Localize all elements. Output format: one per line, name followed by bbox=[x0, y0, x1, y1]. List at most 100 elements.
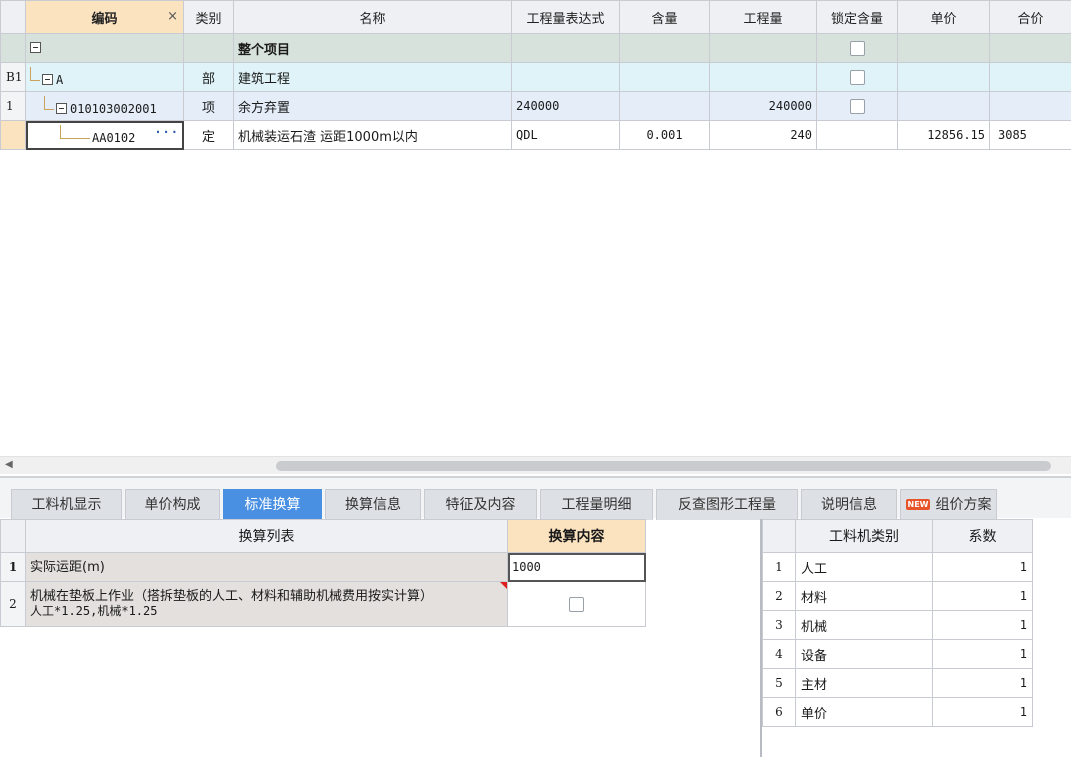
expression-cell[interactable] bbox=[511, 33, 620, 63]
quantity-cell[interactable]: 240 bbox=[709, 120, 817, 150]
table-row[interactable]: 3 机械 1 bbox=[762, 610, 1033, 640]
column-header-name[interactable]: 名称 bbox=[233, 0, 512, 34]
category-cell[interactable] bbox=[183, 33, 234, 63]
code-cell[interactable]: 010103002001 bbox=[25, 91, 184, 121]
row-number: 2 bbox=[762, 581, 796, 611]
coefficient-input[interactable]: 1 bbox=[932, 668, 1033, 698]
collapse-icon[interactable] bbox=[56, 103, 67, 114]
scrollbar-thumb[interactable] bbox=[276, 461, 1051, 471]
unit-price-cell[interactable] bbox=[897, 33, 990, 63]
content-cell[interactable] bbox=[619, 62, 710, 92]
name-cell[interactable]: 建筑工程 bbox=[233, 62, 512, 92]
tab-conversion-info[interactable]: 换算信息 bbox=[325, 489, 421, 520]
expression-cell[interactable] bbox=[511, 62, 620, 92]
name-cell[interactable]: 整个项目 bbox=[233, 33, 512, 63]
conversion-value-cell[interactable] bbox=[507, 581, 646, 627]
tab-standard-conversion[interactable]: 标准换算 bbox=[223, 489, 322, 520]
category-cell[interactable]: 项 bbox=[183, 91, 234, 121]
total-price-cell[interactable]: 3085 bbox=[989, 120, 1071, 150]
table-row-quota[interactable]: AA0102 ··· 定 机械装运石渣 运距1000m以内 QDL 0.001 2… bbox=[0, 120, 1071, 150]
table-row-item[interactable]: 1 010103002001 项 余方弃置 240000 240000 bbox=[0, 91, 1071, 121]
quantity-cell[interactable] bbox=[709, 62, 817, 92]
resource-category-cell: 人工 bbox=[795, 552, 933, 582]
category-cell[interactable]: 定 bbox=[183, 120, 234, 150]
tab-description-info[interactable]: 说明信息 bbox=[801, 489, 897, 520]
coefficient-input[interactable]: 1 bbox=[932, 610, 1033, 640]
content-cell[interactable] bbox=[619, 91, 710, 121]
collapse-icon[interactable] bbox=[42, 74, 53, 85]
column-header-coefficient[interactable]: 系数 bbox=[932, 519, 1033, 553]
tab-features-content[interactable]: 特征及内容 bbox=[424, 489, 537, 520]
row-number: 6 bbox=[762, 697, 796, 727]
expression-cell[interactable]: QDL bbox=[511, 120, 620, 150]
total-price-cell[interactable] bbox=[989, 91, 1071, 121]
tab-labor-material-machine[interactable]: 工料机显示 bbox=[11, 489, 122, 520]
column-header-quantity[interactable]: 工程量 bbox=[709, 0, 817, 34]
column-header-conversion-content[interactable]: 换算内容 bbox=[507, 519, 646, 553]
lock-content-cell[interactable] bbox=[816, 91, 898, 121]
quantity-cell[interactable] bbox=[709, 33, 817, 63]
tab-unit-price-composition[interactable]: 单价构成 bbox=[125, 489, 220, 520]
column-header-code[interactable]: 编码 × bbox=[25, 0, 184, 34]
header-rownum-corner bbox=[0, 0, 26, 34]
unit-price-cell[interactable]: 12856.15 bbox=[897, 120, 990, 150]
column-header-content[interactable]: 含量 bbox=[619, 0, 710, 34]
column-header-total-price[interactable]: 合价 bbox=[989, 0, 1071, 34]
column-header-expression[interactable]: 工程量表达式 bbox=[511, 0, 620, 34]
lock-content-cell[interactable] bbox=[816, 33, 898, 63]
total-price-cell[interactable] bbox=[989, 33, 1071, 63]
tab-pricing-scheme[interactable]: NEW 组价方案 bbox=[900, 489, 997, 520]
category-cell[interactable]: 部 bbox=[183, 62, 234, 92]
table-row[interactable]: 6 单价 1 bbox=[762, 697, 1033, 727]
lock-content-cell[interactable] bbox=[816, 62, 898, 92]
table-row[interactable]: 1 实际运距(m) 1000 bbox=[0, 552, 646, 582]
name-cell[interactable]: 余方弃置 bbox=[233, 91, 512, 121]
total-price-cell[interactable] bbox=[989, 62, 1071, 92]
actual-distance-input[interactable]: 1000 bbox=[507, 552, 646, 582]
resource-category-cell: 设备 bbox=[795, 639, 933, 669]
column-header-lock-content[interactable]: 锁定含量 bbox=[816, 0, 898, 34]
lock-content-cell[interactable] bbox=[816, 120, 898, 150]
close-icon[interactable]: × bbox=[167, 9, 178, 24]
content-cell[interactable] bbox=[619, 33, 710, 63]
pad-operation-checkbox[interactable] bbox=[569, 596, 584, 612]
tab-quantity-details[interactable]: 工程量明细 bbox=[540, 489, 653, 520]
table-row[interactable]: 2 机械在垫板上作业（搭拆垫板的人工、材料和辅助机械费用按实计算） 人工*1.2… bbox=[0, 581, 646, 627]
table-row[interactable]: 4 设备 1 bbox=[762, 639, 1033, 669]
coefficient-input[interactable]: 1 bbox=[932, 581, 1033, 611]
coefficient-input[interactable]: 1 bbox=[932, 697, 1033, 727]
horizontal-scrollbar[interactable]: ◀ bbox=[0, 456, 1071, 474]
column-header-category[interactable]: 类别 bbox=[183, 0, 234, 34]
table-row-section[interactable]: B1 A 部 建筑工程 bbox=[0, 62, 1071, 92]
code-cell[interactable]: AA0102 ··· bbox=[25, 120, 184, 150]
column-header-unit-price[interactable]: 单价 bbox=[897, 0, 990, 34]
resource-category-cell: 单价 bbox=[795, 697, 933, 727]
table-row[interactable]: 5 主材 1 bbox=[762, 668, 1033, 698]
row-number: 5 bbox=[762, 668, 796, 698]
lock-content-checkbox[interactable] bbox=[849, 98, 865, 114]
unit-price-cell[interactable] bbox=[897, 91, 990, 121]
column-header-resource-category[interactable]: 工料机类别 bbox=[795, 519, 933, 553]
quantity-cell[interactable]: 240000 bbox=[709, 91, 817, 121]
row-number: 4 bbox=[762, 639, 796, 669]
row-number: 1 bbox=[0, 552, 26, 582]
content-cell[interactable]: 0.001 bbox=[619, 120, 710, 150]
tab-reverse-graphic-quantity[interactable]: 反查图形工程量 bbox=[656, 489, 798, 520]
name-cell[interactable]: 机械装运石渣 运距1000m以内 bbox=[233, 120, 512, 150]
scroll-left-icon[interactable]: ◀ bbox=[5, 459, 13, 470]
code-cell[interactable]: A bbox=[25, 62, 184, 92]
lock-content-checkbox[interactable] bbox=[849, 40, 865, 56]
table-row-project[interactable]: 整个项目 bbox=[0, 33, 1071, 63]
unit-price-cell[interactable] bbox=[897, 62, 990, 92]
table-row[interactable]: 2 材料 1 bbox=[762, 581, 1033, 611]
code-text: 010103002001 bbox=[70, 102, 157, 116]
lock-content-checkbox[interactable] bbox=[849, 69, 865, 85]
expression-cell[interactable]: 240000 bbox=[511, 91, 620, 121]
column-header-conversion-list[interactable]: 换算列表 bbox=[25, 519, 508, 553]
table-row[interactable]: 1 人工 1 bbox=[762, 552, 1033, 582]
collapse-icon[interactable] bbox=[30, 41, 41, 53]
coefficient-input[interactable]: 1 bbox=[932, 552, 1033, 582]
more-icon[interactable]: ··· bbox=[154, 125, 179, 139]
code-cell[interactable] bbox=[25, 33, 184, 63]
coefficient-input[interactable]: 1 bbox=[932, 639, 1033, 669]
